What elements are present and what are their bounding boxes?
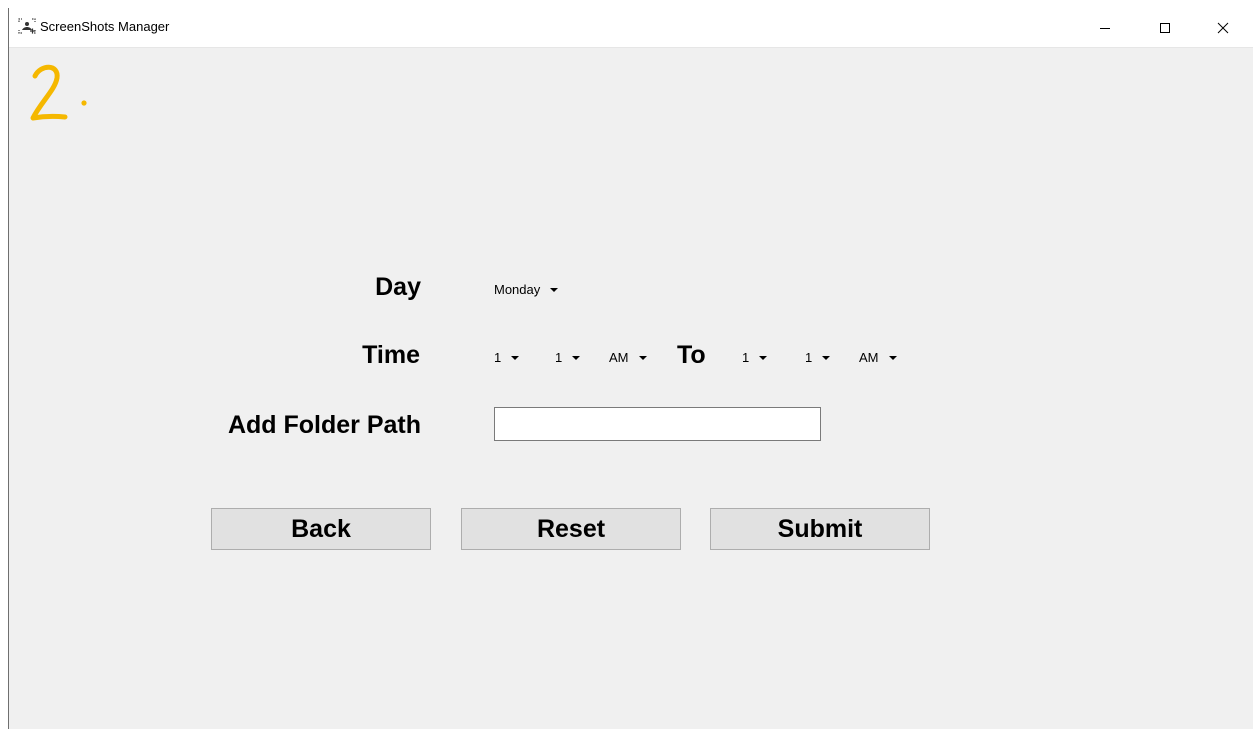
maximize-button[interactable] — [1142, 8, 1188, 47]
from-ampm-value: AM — [609, 350, 629, 365]
chevron-down-icon — [888, 355, 897, 360]
from-ampm-select[interactable]: AM — [609, 350, 647, 365]
to-label: To — [677, 341, 706, 369]
to-hour-value: 1 — [742, 350, 750, 365]
from-minute-value: 1 — [555, 350, 563, 365]
close-icon — [1217, 22, 1229, 33]
app-window: ScreenShots Manager Day Monday Time 1 1 … — [8, 8, 1253, 729]
folder-path-label: Add Folder Path — [227, 411, 421, 439]
back-button[interactable]: Back — [211, 508, 431, 550]
time-label: Time — [362, 341, 420, 369]
minimize-button[interactable] — [1082, 8, 1128, 47]
chevron-down-icon — [511, 355, 520, 360]
to-minute-select[interactable]: 1 — [805, 350, 831, 365]
chevron-down-icon — [759, 355, 768, 360]
close-button[interactable] — [1200, 8, 1246, 47]
handwritten-annotation — [30, 64, 87, 121]
screenshot-app-icon — [18, 18, 36, 34]
from-hour-value: 1 — [494, 350, 502, 365]
chevron-down-icon — [638, 355, 647, 360]
to-hour-select[interactable]: 1 — [742, 350, 768, 365]
chevron-down-icon — [822, 355, 831, 360]
to-minute-value: 1 — [805, 350, 813, 365]
chevron-down-icon — [550, 287, 559, 292]
folder-path-input[interactable] — [494, 407, 821, 441]
minimize-icon — [1100, 27, 1110, 29]
title-bar[interactable]: ScreenShots Manager — [9, 8, 1253, 48]
window-title: ScreenShots Manager — [40, 19, 170, 34]
day-select-value: Monday — [494, 282, 541, 297]
to-ampm-select[interactable]: AM — [859, 350, 897, 365]
from-hour-select[interactable]: 1 — [494, 350, 520, 365]
to-ampm-value: AM — [859, 350, 879, 365]
from-minute-select[interactable]: 1 — [555, 350, 581, 365]
day-select[interactable]: Monday — [494, 282, 559, 297]
reset-button[interactable]: Reset — [461, 508, 681, 550]
day-label: Day — [375, 273, 421, 301]
maximize-icon — [1160, 22, 1170, 33]
submit-button[interactable]: Submit — [710, 508, 930, 550]
chevron-down-icon — [572, 355, 581, 360]
